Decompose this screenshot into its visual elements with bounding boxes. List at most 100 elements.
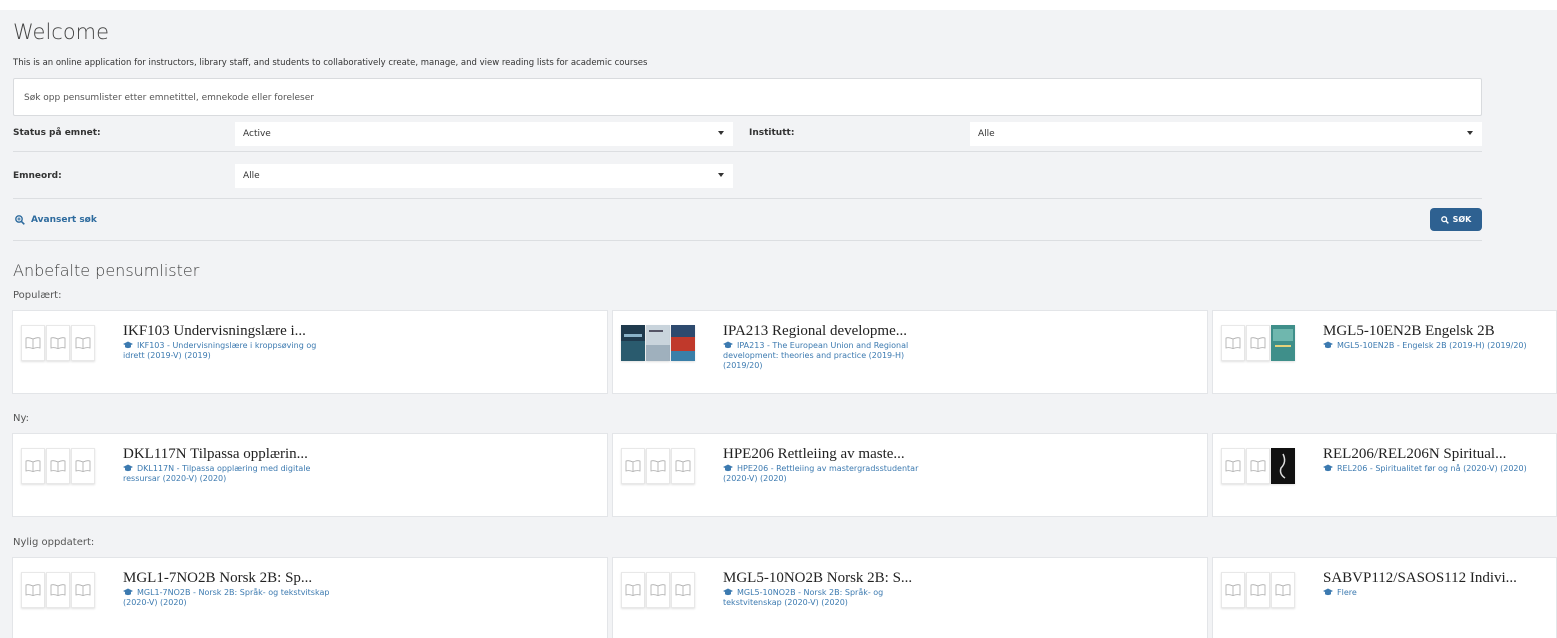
open-book-icon xyxy=(21,572,45,608)
open-book-icon xyxy=(1271,572,1295,608)
graduation-cap-icon xyxy=(123,588,133,596)
section-label-popular: Populært: xyxy=(13,290,62,301)
open-book-icon xyxy=(21,448,45,484)
search-plus-icon xyxy=(15,215,25,225)
reading-list-card[interactable]: IPA213 Regional developme... IPA213 - Th… xyxy=(612,310,1208,394)
emneord-label: Emneord: xyxy=(13,171,62,181)
advanced-search-label: Avansert søk xyxy=(31,215,97,225)
chevron-down-icon xyxy=(718,131,724,135)
card-subtitle[interactable]: MGL1-7NO2B - Norsk 2B: Språk- og tekstvi… xyxy=(123,588,333,608)
recommended-title: Anbefalte pensumlister xyxy=(13,261,200,280)
card-subtitle[interactable]: DKL117N - Tilpassa opplæring med digital… xyxy=(123,464,333,484)
card-title[interactable]: MGL5-10EN2B Engelsk 2B xyxy=(1323,323,1495,340)
book-cover-image xyxy=(1271,325,1295,361)
card-subtitle[interactable]: REL206 - Spiritualitet før og nå (2020-V… xyxy=(1323,464,1533,474)
reading-list-card[interactable]: MGL5-10EN2B Engelsk 2B MGL5-10EN2B - Eng… xyxy=(1212,310,1557,394)
open-book-icon xyxy=(1221,448,1245,484)
book-thumbnails xyxy=(621,572,695,608)
search-button-label: SØK xyxy=(1452,215,1472,224)
book-cover-image xyxy=(646,325,670,361)
divider xyxy=(13,151,1482,152)
book-cover-image xyxy=(621,325,645,361)
book-thumbnails xyxy=(1221,572,1295,608)
book-thumbnails xyxy=(1221,448,1295,484)
intro-text: This is an online application for instru… xyxy=(13,58,648,68)
reading-list-card[interactable]: REL206/REL206N Spiritual... REL206 - Spi… xyxy=(1212,433,1557,517)
book-thumbnails xyxy=(21,572,95,608)
open-book-icon xyxy=(46,448,70,484)
card-subtitle[interactable]: MGL5-10EN2B - Engelsk 2B (2019-H) (2019/… xyxy=(1323,341,1533,351)
card-subtitle-text: MGL5-10EN2B - Engelsk 2B (2019-H) (2019/… xyxy=(1337,341,1527,350)
reading-list-card[interactable]: HPE206 Rettleiing av maste... HPE206 - R… xyxy=(612,433,1208,517)
graduation-cap-icon xyxy=(723,341,733,349)
open-book-icon xyxy=(621,572,645,608)
card-subtitle[interactable]: Flere xyxy=(1323,588,1533,598)
card-title[interactable]: IPA213 Regional developme... xyxy=(723,323,907,340)
chevron-down-icon xyxy=(1467,131,1473,135)
open-book-icon xyxy=(671,572,695,608)
card-title[interactable]: IKF103 Undervisningslære i... xyxy=(123,323,306,340)
open-book-icon xyxy=(71,448,95,484)
open-book-icon xyxy=(1221,325,1245,361)
reading-list-card[interactable]: IKF103 Undervisningslære i... IKF103 - U… xyxy=(12,310,608,394)
card-subtitle-text: IPA213 - The European Union and Regional… xyxy=(723,341,909,370)
card-title[interactable]: DKL117N Tilpassa opplærin... xyxy=(123,446,308,463)
search-button[interactable]: SØK xyxy=(1430,208,1482,231)
card-subtitle[interactable]: IKF103 - Undervisningslære i kroppsøving… xyxy=(123,341,333,361)
search-input[interactable]: Søk opp pensumlister etter emnetittel, e… xyxy=(13,78,1482,116)
chevron-down-icon xyxy=(718,173,724,177)
card-title[interactable]: HPE206 Rettleiing av maste... xyxy=(723,446,905,463)
graduation-cap-icon xyxy=(723,464,733,472)
book-thumbnails xyxy=(621,448,695,484)
card-title[interactable]: REL206/REL206N Spiritual... xyxy=(1323,446,1506,463)
card-title[interactable]: MGL1-7NO2B Norsk 2B: Sp... xyxy=(123,570,312,587)
card-title[interactable]: SABVP112/SASOS112 Indivi... xyxy=(1323,570,1517,587)
open-book-icon xyxy=(21,325,45,361)
top-strip xyxy=(0,0,1557,10)
graduation-cap-icon xyxy=(123,464,133,472)
card-subtitle-text: MGL1-7NO2B - Norsk 2B: Språk- og tekstvi… xyxy=(123,588,330,607)
emneord-value: Alle xyxy=(243,171,260,181)
section-label-new: Ny: xyxy=(13,413,30,424)
institutt-select[interactable]: Alle xyxy=(970,122,1482,146)
card-subtitle-text: IKF103 - Undervisningslære i kroppsøving… xyxy=(123,341,317,360)
open-book-icon xyxy=(71,572,95,608)
book-cover-image xyxy=(1271,448,1295,484)
status-value: Active xyxy=(243,129,271,139)
open-book-icon xyxy=(1246,448,1270,484)
open-book-icon xyxy=(1221,572,1245,608)
open-book-icon xyxy=(71,325,95,361)
card-subtitle[interactable]: IPA213 - The European Union and Regional… xyxy=(723,341,933,371)
institutt-value: Alle xyxy=(978,129,995,139)
book-cover-image xyxy=(671,325,695,361)
emneord-select[interactable]: Alle xyxy=(235,164,733,188)
reading-list-card[interactable]: MGL5-10NO2B Norsk 2B: S... MGL5-10NO2B -… xyxy=(612,557,1208,638)
card-subtitle-text: HPE206 - Rettleiing av mastergradsstuden… xyxy=(723,464,919,483)
book-thumbnails xyxy=(21,325,95,361)
graduation-cap-icon xyxy=(1323,588,1333,596)
status-select[interactable]: Active xyxy=(235,122,733,146)
reading-list-card[interactable]: MGL1-7NO2B Norsk 2B: Sp... MGL1-7NO2B - … xyxy=(12,557,608,638)
graduation-cap-icon xyxy=(1323,341,1333,349)
status-label: Status på emnet: xyxy=(13,128,101,138)
card-subtitle[interactable]: MGL5-10NO2B - Norsk 2B: Språk- og tekstv… xyxy=(723,588,933,608)
reading-list-card[interactable]: SABVP112/SASOS112 Indivi... Flere xyxy=(1212,557,1557,638)
card-subtitle[interactable]: HPE206 - Rettleiing av mastergradsstuden… xyxy=(723,464,933,484)
open-book-icon xyxy=(646,448,670,484)
open-book-icon xyxy=(621,448,645,484)
open-book-icon xyxy=(1246,572,1270,608)
advanced-search-link[interactable]: Avansert søk xyxy=(15,215,97,225)
card-subtitle-text: Flere xyxy=(1337,588,1357,597)
book-thumbnails xyxy=(21,448,95,484)
divider xyxy=(13,198,1482,199)
card-subtitle-text: REL206 - Spiritualitet før og nå (2020-V… xyxy=(1337,464,1527,473)
graduation-cap-icon xyxy=(723,588,733,596)
reading-list-card[interactable]: DKL117N Tilpassa opplærin... DKL117N - T… xyxy=(12,433,608,517)
divider xyxy=(13,240,1482,241)
book-thumbnails xyxy=(621,325,695,361)
card-title[interactable]: MGL5-10NO2B Norsk 2B: S... xyxy=(723,570,912,587)
graduation-cap-icon xyxy=(123,341,133,349)
card-subtitle-text: MGL5-10NO2B - Norsk 2B: Språk- og tekstv… xyxy=(723,588,884,607)
book-thumbnails xyxy=(1221,325,1295,361)
open-book-icon xyxy=(646,572,670,608)
